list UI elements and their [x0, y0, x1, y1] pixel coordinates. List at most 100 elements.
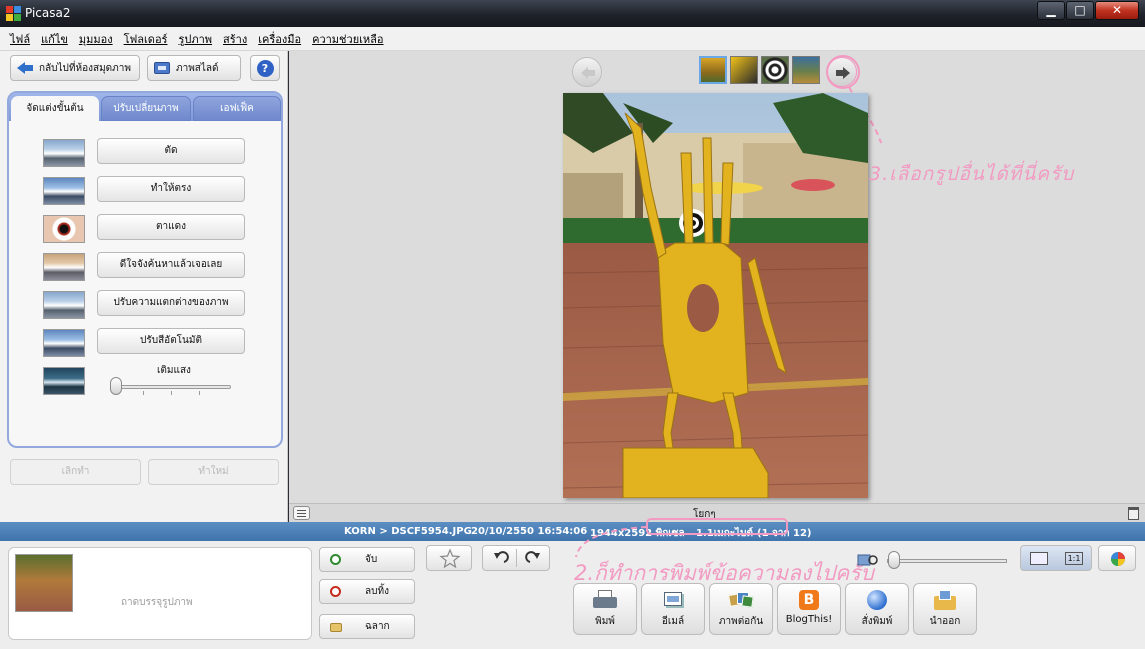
help-icon: ? [256, 59, 274, 77]
auto-color-thumbnail [43, 329, 85, 357]
color-palette-button[interactable] [1098, 545, 1136, 571]
menu-tools[interactable]: เครื่องมือ [258, 30, 301, 48]
blogthis-button[interactable]: B BlogThis! [777, 583, 841, 635]
crop-button[interactable]: ตัด [97, 138, 245, 164]
back-to-library-button[interactable]: กลับไปที่ห้องสมุดภาพ [10, 55, 140, 81]
auto-contrast-thumbnail [43, 291, 85, 319]
maximize-button[interactable]: □ [1066, 1, 1094, 20]
zoom-slider-handle[interactable] [888, 551, 900, 569]
rotate-right-icon[interactable] [523, 550, 545, 568]
redo-button[interactable]: ทำใหม่ [148, 459, 279, 485]
hold-label: จับ [365, 554, 378, 565]
fill-light-slider-track[interactable] [117, 385, 231, 389]
filmstrip-thumb[interactable] [730, 56, 758, 84]
collage-button[interactable]: ภาพต่อกัน [709, 583, 773, 635]
actual-size-icon[interactable]: 1:1 [1065, 552, 1083, 565]
redeye-thumbnail [43, 215, 85, 243]
menu-help[interactable]: ความช่วยเหลือ [312, 30, 383, 48]
star-button[interactable] [426, 545, 472, 571]
filmstrip-thumb[interactable] [761, 56, 789, 84]
collage-icon [728, 590, 754, 612]
info-path: KORN > DSCF5954.JPG [344, 526, 472, 537]
menu-picture[interactable]: รูปภาพ [178, 30, 212, 48]
globe-icon [865, 590, 889, 612]
view-size-buttons: 1:1 [1020, 545, 1092, 571]
menu-file[interactable]: ไฟล์ [10, 30, 30, 48]
window-title: Picasa2 [25, 6, 71, 20]
export-folder-icon [933, 590, 957, 612]
menu-edit[interactable]: แก้ไข [41, 30, 68, 48]
label-label: ฉลาก [365, 621, 390, 632]
printer-icon [593, 590, 617, 612]
arrow-left-icon [581, 67, 595, 79]
export-label: นำออก [929, 616, 961, 627]
fill-light-thumbnail [43, 367, 85, 395]
edit-panel: กลับไปที่ห้องสมุดภาพ ภาพสไลด์ ? จัดแต่งข… [0, 51, 288, 523]
feeling-lucky-thumbnail [43, 253, 85, 281]
title-bar: Picasa2 ▁ □ ✕ [0, 0, 1145, 27]
back-to-library-label: กลับไปที่ห้องสมุดภาพ [39, 62, 131, 74]
tray-label: ถาดบรรจุรูปภาพ [121, 597, 193, 608]
crop-thumbnail [43, 139, 85, 167]
print-button[interactable]: พิมพ์ [573, 583, 637, 635]
order-prints-button[interactable]: สั่งพิมพ์ [845, 583, 909, 635]
zoom-icon [857, 554, 878, 566]
tray-thumbnail[interactable] [15, 554, 73, 612]
email-button[interactable]: อีเมล์ [641, 583, 705, 635]
tab-tuning[interactable]: ปรับเปลี่ยนภาพ [101, 96, 191, 121]
slider-tick [143, 391, 144, 395]
slideshow-icon [154, 62, 170, 74]
collage-label: ภาพต่อกัน [718, 616, 764, 627]
label-button[interactable]: ฉลาก [319, 614, 415, 639]
filmstrip-thumb[interactable] [699, 56, 727, 84]
basic-fixes-box: จัดแต่งขั้นต้น ปรับเปลี่ยนภาพ เอฟเฟ็ค ตั… [7, 91, 283, 485]
caption-toggle-button[interactable] [293, 506, 310, 520]
slideshow-label: ภาพสไลด์ [176, 62, 219, 74]
clear-icon [330, 586, 341, 597]
redeye-button[interactable]: ตาแดง [97, 214, 245, 240]
fit-to-window-icon[interactable] [1030, 552, 1048, 565]
blogthis-label: BlogThis! [785, 614, 833, 625]
email-label: อีเมล์ [661, 616, 685, 627]
photo-viewer: 3.เลือกรูปอื่นได้ที่นี่ครับ [289, 51, 1145, 503]
email-icon [661, 590, 685, 612]
print-label: พิมพ์ [595, 616, 615, 627]
zoom-slider-track[interactable] [887, 559, 1007, 563]
menu-view[interactable]: มุมมอง [79, 30, 113, 48]
divider [516, 549, 517, 567]
hold-button[interactable]: จับ [319, 547, 415, 572]
straighten-button[interactable]: ทำให้ตรง [97, 176, 245, 202]
annotation-pick-photo: 3.เลือกรูปอื่นได้ที่นี่ครับ [869, 163, 1075, 185]
menu-bar: ไฟล์ แก้ไข มุมมอง โฟลเดอร์ รูปภาพ สร้าง … [0, 27, 1145, 51]
slideshow-button[interactable]: ภาพสไลด์ [147, 55, 241, 81]
help-button[interactable]: ? [250, 55, 280, 81]
fill-light-slider-handle[interactable] [110, 377, 122, 395]
minimize-button[interactable]: ▁ [1037, 1, 1065, 20]
picture-tray: ถาดบรรจุรูปภาพ [8, 547, 312, 640]
export-button[interactable]: นำออก [913, 583, 977, 635]
feeling-lucky-button[interactable]: ดีใจจังค้นหาแล้วเจอเลย [97, 252, 245, 278]
bottom-panel: ถาดบรรจุรูปภาพ จับ ลบทิ้ง ฉลาก 2.ก็ทำการ… [0, 518, 1145, 649]
menu-folder[interactable]: โฟลเดอร์ [124, 30, 168, 48]
auto-contrast-button[interactable]: ปรับความแตกต่างของภาพ [97, 290, 245, 316]
fill-light-label: เติมแสง [157, 365, 191, 376]
edit-tabs: จัดแต่งขั้นต้น ปรับเปลี่ยนภาพ เอฟเฟ็ค [9, 93, 281, 122]
menu-create[interactable]: สร้าง [223, 30, 247, 48]
slider-tick [199, 391, 200, 395]
tab-effects[interactable]: เอฟเฟ็ค [193, 96, 281, 121]
undo-button[interactable]: เลิกทำ [10, 459, 141, 485]
close-button[interactable]: ✕ [1095, 1, 1139, 20]
previous-photo-button[interactable] [572, 57, 602, 87]
clear-label: ลบทิ้ง [365, 586, 389, 597]
filmstrip-thumb[interactable] [792, 56, 820, 84]
straighten-thumbnail [43, 177, 85, 205]
filmstrip [699, 56, 820, 88]
trash-icon[interactable] [1128, 507, 1139, 520]
photo-display [563, 93, 868, 498]
star-icon [439, 548, 461, 569]
order-prints-label: สั่งพิมพ์ [861, 616, 893, 627]
auto-color-button[interactable]: ปรับสีอัตโนมัติ [97, 328, 245, 354]
tab-basic-fixes[interactable]: จัดแต่งขั้นต้น [11, 96, 99, 122]
clear-button[interactable]: ลบทิ้ง [319, 579, 415, 604]
rotate-left-icon[interactable] [489, 550, 511, 568]
